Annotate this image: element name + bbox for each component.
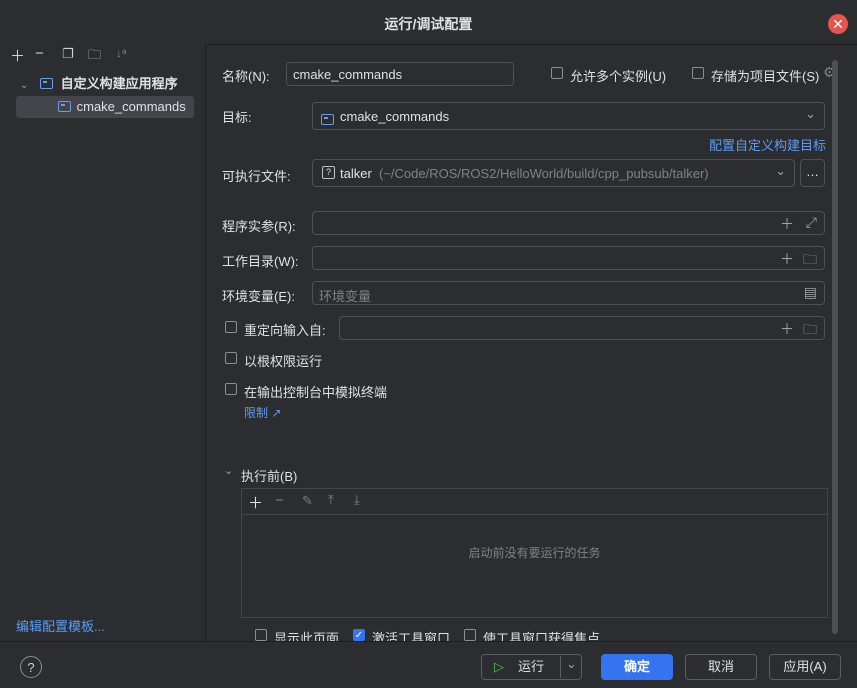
expand-icon[interactable]: ⤢ — [806, 214, 817, 231]
add-macro-icon[interactable]: ＋ — [780, 319, 794, 339]
emulate-terminal-label: 在输出控制台中模拟终端 — [244, 385, 388, 400]
before-launch-header[interactable]: 执行前(B) — [241, 466, 297, 485]
redirect-input-label: 重定向输入自: — [244, 323, 326, 338]
config-icon — [58, 101, 71, 112]
redirect-input-checkbox[interactable] — [225, 321, 237, 333]
store-project-file-label: 存储为项目文件(S) — [711, 69, 820, 84]
args-field[interactable]: ＋ ⤢ — [312, 211, 825, 235]
folder-icon[interactable]: 🗀 — [803, 319, 817, 343]
run-button[interactable]: ▷ 运行 ⌄ — [481, 654, 582, 680]
close-icon[interactable]: ✕ — [828, 14, 848, 34]
cancel-button[interactable]: 取消 — [685, 654, 757, 680]
apply-button[interactable]: 应用(A) — [769, 654, 841, 680]
move-down-icon[interactable]: ⤓ — [354, 492, 360, 508]
target-label: 目标: — [222, 110, 252, 125]
add-macro-icon[interactable]: ＋ — [780, 214, 794, 234]
add-icon[interactable]: ＋ — [248, 492, 263, 513]
name-field[interactable]: cmake_commands — [286, 62, 514, 86]
store-project-file-checkbox[interactable] — [692, 67, 704, 79]
env-field[interactable]: 环境变量 ▤ — [312, 281, 825, 305]
env-placeholder: 环境变量 — [319, 289, 372, 304]
tree-item-label: cmake_commands — [76, 99, 186, 114]
chevron-down-icon[interactable]: ⌄ — [20, 80, 28, 91]
executable-name: talker — [340, 166, 372, 181]
executable-label: 可执行文件: — [222, 169, 291, 184]
executable-dropdown[interactable]: ? talker (~/Code/ROS/ROS2/HelloWorld/bui… — [312, 159, 795, 187]
target-dropdown[interactable]: cmake_commands ⌄ — [312, 102, 825, 130]
remove-icon[interactable]: − — [275, 492, 284, 509]
play-icon: ▷ — [494, 659, 504, 674]
help-button[interactable]: ? — [20, 656, 42, 678]
unknown-file-icon: ? — [322, 166, 335, 179]
ok-button[interactable]: 确定 — [601, 654, 673, 680]
before-launch-panel: ＋ − ✎ ⤒ ⤓ 启动前没有要运行的任务 — [241, 488, 828, 618]
edit-templates-link[interactable]: 编辑配置模板... — [16, 616, 105, 635]
workdir-label: 工作目录(W): — [222, 254, 299, 269]
tree-group-label: 自定义构建应用程序 — [60, 76, 178, 91]
tree-item-cmake-commands[interactable]: cmake_commands — [16, 96, 194, 118]
remove-icon[interactable]: − — [35, 45, 44, 62]
add-macro-icon[interactable]: ＋ — [780, 249, 794, 269]
config-icon — [321, 114, 334, 125]
run-as-root-label: 以根权限运行 — [244, 354, 323, 369]
sort-icon[interactable]: ↓ᵃ — [116, 46, 126, 60]
run-label: 运行 — [518, 659, 545, 674]
env-label: 环境变量(E): — [222, 289, 295, 304]
folder-icon[interactable]: 🗀 — [803, 249, 817, 273]
allow-multiple-checkbox[interactable] — [551, 67, 563, 79]
chevron-down-icon: ⌄ — [775, 163, 786, 178]
redirect-input-field[interactable]: ＋ 🗀 — [339, 316, 825, 340]
config-icon — [40, 78, 54, 89]
dialog-title: 运行/调试配置 — [384, 16, 473, 32]
copy-icon[interactable]: ❐ — [62, 46, 74, 62]
document-icon[interactable]: ▤ — [804, 284, 817, 301]
chevron-down-icon[interactable]: ⌄ — [566, 652, 577, 676]
executable-path: (~/Code/ROS/ROS2/HelloWorld/build/cpp_pu… — [379, 166, 709, 181]
run-as-root-checkbox[interactable] — [225, 352, 237, 364]
run-divider — [560, 656, 561, 678]
workdir-field[interactable]: ＋ 🗀 — [312, 246, 825, 270]
allow-multiple-label: 允许多个实例(U) — [570, 69, 667, 84]
emulate-terminal-checkbox[interactable] — [225, 383, 237, 395]
move-up-icon[interactable]: ⤒ — [328, 492, 334, 508]
show-page-checkbox[interactable] — [255, 629, 267, 641]
chevron-down-icon: ⌄ — [805, 106, 816, 121]
empty-tasks-text: 启动前没有要运行的任务 — [468, 546, 601, 560]
limit-link[interactable]: 限制 ↗ — [244, 404, 281, 421]
browse-executable-button[interactable]: … — [800, 159, 825, 187]
chevron-down-icon[interactable]: ⌄ — [224, 464, 233, 477]
focus-tool-window-checkbox[interactable] — [464, 629, 476, 641]
name-label: 名称(N): — [222, 69, 270, 84]
add-icon[interactable]: ＋ — [10, 45, 25, 66]
configure-targets-link[interactable]: 配置自定义构建目标 — [709, 135, 826, 154]
activate-tool-window-checkbox[interactable]: ✓ — [353, 629, 365, 641]
edit-icon[interactable]: ✎ — [302, 493, 313, 509]
sidebar — [0, 44, 206, 641]
tree-group-custom-build[interactable]: ⌄ 自定义构建应用程序 — [20, 73, 200, 95]
args-label: 程序实参(R): — [222, 219, 296, 234]
scrollbar[interactable] — [832, 60, 838, 634]
target-value: cmake_commands — [340, 109, 450, 124]
new-folder-icon[interactable]: 🗀 — [88, 46, 101, 68]
